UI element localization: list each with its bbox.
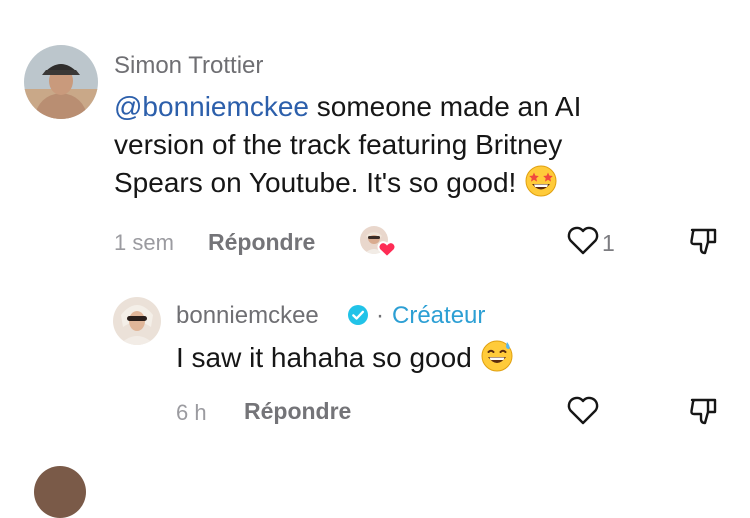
reply-button[interactable]: Répondre [244,398,351,425]
creator-separator: · [376,302,384,329]
like-heart-icon[interactable] [566,394,600,426]
heart-badge-icon [377,241,397,258]
grinning-sweat-emoji [480,339,514,383]
dislike-icon[interactable] [688,395,720,427]
comment-text: @bonniemckee someone made an AI version … [114,88,674,208]
creator-label: Créateur [392,302,486,329]
comment-timestamp: 1 sem [114,230,174,255]
star-struck-emoji [524,164,558,208]
comment-text-line: Spears on Youtube. It's so good! [114,167,517,198]
mention-link[interactable]: @bonniemckee [114,91,309,122]
avatar-next-comment[interactable] [34,466,86,518]
reply-author[interactable]: bonniemckee [176,302,319,330]
comment-text-line: version of the track featuring Britney [114,129,563,160]
verified-badge-icon [348,305,368,325]
reply-timestamp: 6 h [176,400,207,425]
comment-text-line: someone made an AI [308,91,582,122]
reply-button[interactable]: Répondre [208,229,315,256]
avatar-simon-trottier[interactable] [24,45,98,119]
reply-text: I saw it hahaha so good [176,339,514,383]
dislike-icon[interactable] [688,225,720,257]
reply-text-line: I saw it hahaha so good [176,342,472,373]
like-heart-icon[interactable] [566,224,600,256]
avatar-bonniemckee[interactable] [113,297,161,345]
comment-author[interactable]: Simon Trottier [114,52,263,80]
like-count: 1 [602,230,615,256]
